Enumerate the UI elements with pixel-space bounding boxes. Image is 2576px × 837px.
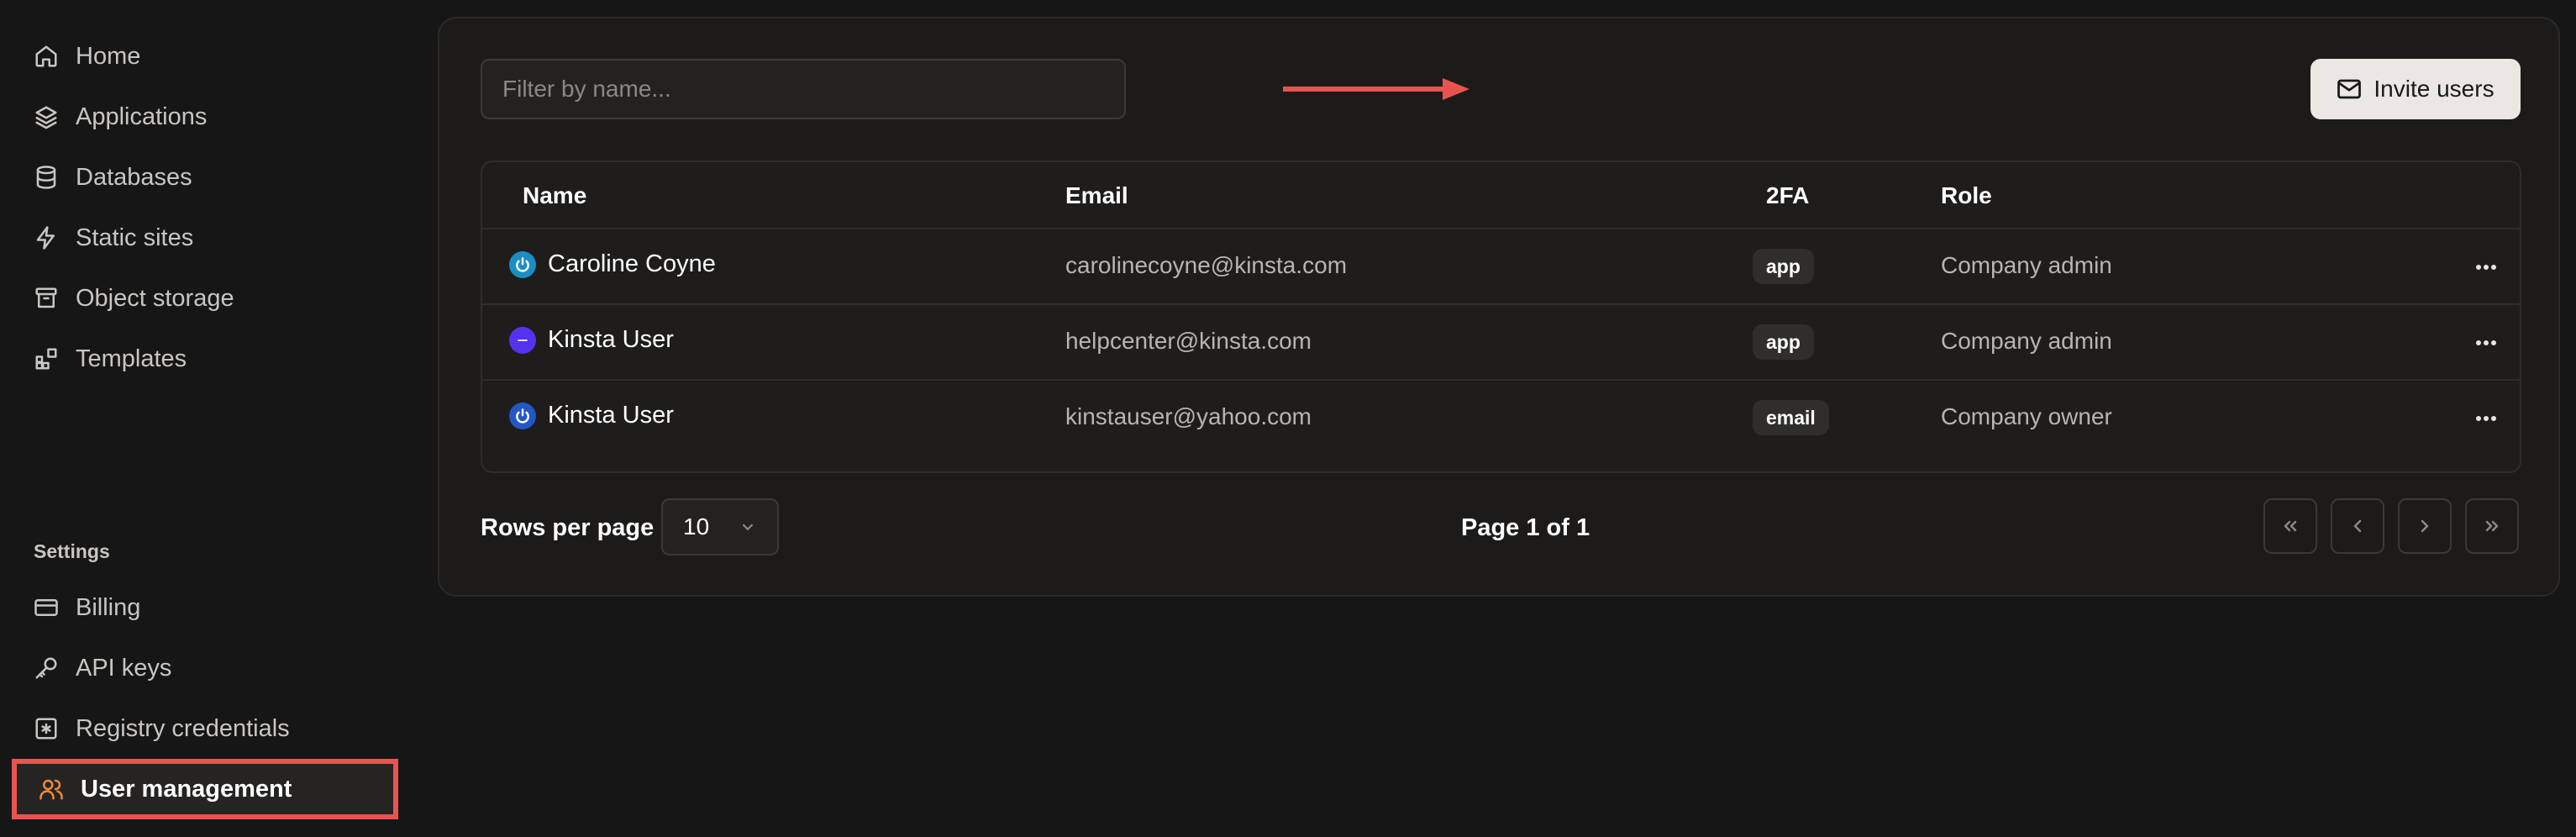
user-email: carolinecoyne@kinsta.com <box>1065 252 1348 278</box>
bolt-icon <box>36 226 55 250</box>
user-name: Kinsta User <box>548 326 674 353</box>
next-page-button[interactable] <box>2398 498 2452 554</box>
table-header: Name Email 2FA Role <box>482 162 2520 229</box>
sidebar-item-label: Billing <box>76 593 141 621</box>
table-row[interactable]: Kinsta User helpcenter@kinsta.com app Co… <box>482 305 2520 381</box>
sidebar-item-applications[interactable]: Applications <box>34 97 207 137</box>
key-icon <box>35 657 57 679</box>
grid-icon <box>35 348 57 370</box>
kinsta-logo-icon <box>509 326 536 354</box>
previous-page-button[interactable] <box>2331 498 2384 554</box>
invite-users-button[interactable]: Invite users <box>2311 59 2521 119</box>
sidebar-item-static-sites[interactable]: Static sites <box>34 218 193 258</box>
chevrons-right-icon <box>2485 520 2499 532</box>
user-name: Caroline Coyne <box>548 250 716 277</box>
rows-per-page-value: 10 <box>683 513 710 540</box>
sidebar-item-databases[interactable]: Databases <box>34 157 192 197</box>
chevrons-left-icon <box>2284 520 2297 532</box>
column-header-2fa[interactable]: 2FA <box>1766 182 1809 209</box>
sidebar-item-templates[interactable]: Templates <box>34 339 187 379</box>
rows-per-page-select[interactable]: 10 <box>661 498 779 555</box>
row-actions-menu-icon[interactable] <box>2473 255 2499 280</box>
user-role: Company admin <box>1941 328 2112 354</box>
column-header-email[interactable]: Email <box>1065 182 1128 209</box>
database-icon <box>36 166 56 189</box>
mail-icon <box>2337 79 2362 99</box>
rows-per-page-label: Rows per page <box>481 514 655 541</box>
home-icon <box>35 45 57 67</box>
sidebar-item-registry-credentials[interactable]: Registry credentials <box>34 708 290 749</box>
row-actions-menu-icon[interactable] <box>2473 406 2499 431</box>
page-info: Page 1 of 1 <box>1461 514 1590 541</box>
user-management-panel: Invite users Name Email 2FA Role Carolin… <box>438 17 2560 597</box>
archive-icon <box>35 287 57 308</box>
sidebar-item-label: Home <box>76 42 141 70</box>
credit-card-icon <box>34 599 58 616</box>
sidebar-item-home[interactable]: Home <box>34 36 140 76</box>
sidebar: Home Applications Databases Static sites… <box>0 0 428 837</box>
sidebar-item-label: Databases <box>76 163 192 191</box>
layers-icon <box>35 106 57 129</box>
sidebar-item-object-storage[interactable]: Object storage <box>34 278 234 318</box>
user-email: helpcenter@kinsta.com <box>1065 328 1312 354</box>
row-actions-menu-icon[interactable] <box>2473 330 2499 355</box>
user-role: Company owner <box>1941 403 2112 429</box>
twofa-badge: email <box>1753 400 1829 435</box>
sidebar-item-label: API keys <box>76 654 172 682</box>
sidebar-item-label: Registry credentials <box>76 714 290 742</box>
power-icon <box>509 250 536 278</box>
twofa-badge: app <box>1753 249 1814 284</box>
annotation-arrow-icon <box>1283 78 1469 100</box>
settings-section-label: Settings <box>34 540 110 562</box>
sidebar-item-label: Templates <box>76 345 187 372</box>
chevron-down-icon <box>742 524 754 531</box>
sidebar-item-billing[interactable]: Billing <box>34 587 140 628</box>
first-page-button[interactable] <box>2263 498 2317 554</box>
user-name-cell: Caroline Coyne <box>509 250 716 278</box>
last-page-button[interactable] <box>2465 498 2519 554</box>
chevron-right-icon <box>2421 519 2429 533</box>
user-name-cell: Kinsta User <box>509 326 674 354</box>
users-table: Name Email 2FA Role Caroline Coyne carol… <box>481 161 2521 473</box>
users-icon <box>39 779 63 800</box>
column-header-name[interactable]: Name <box>523 182 586 209</box>
user-name-cell: Kinsta User <box>509 402 674 429</box>
user-email: kinstauser@yahoo.com <box>1065 403 1312 429</box>
user-role: Company admin <box>1941 252 2112 278</box>
sidebar-item-label: Applications <box>76 103 208 130</box>
table-row[interactable]: Kinsta User kinstauser@yahoo.com email C… <box>482 381 2520 456</box>
sidebar-item-label: User management <box>81 775 292 803</box>
power-icon <box>509 402 536 429</box>
sidebar-item-label: Static sites <box>76 224 194 251</box>
asterisk-square-icon <box>35 718 57 740</box>
filter-by-name-input[interactable] <box>481 59 1126 119</box>
user-name: Kinsta User <box>548 402 674 429</box>
sidebar-item-label: Object storage <box>76 284 234 312</box>
sidebar-item-api-keys[interactable]: API keys <box>34 648 171 688</box>
table-row[interactable]: Caroline Coyne carolinecoyne@kinsta.com … <box>482 229 2520 305</box>
sidebar-item-user-management[interactable]: User management <box>12 759 398 819</box>
invite-users-label: Invite users <box>2374 76 2495 102</box>
twofa-badge: app <box>1753 324 1814 360</box>
chevron-left-icon <box>2353 519 2362 533</box>
column-header-role[interactable]: Role <box>1941 182 1992 209</box>
